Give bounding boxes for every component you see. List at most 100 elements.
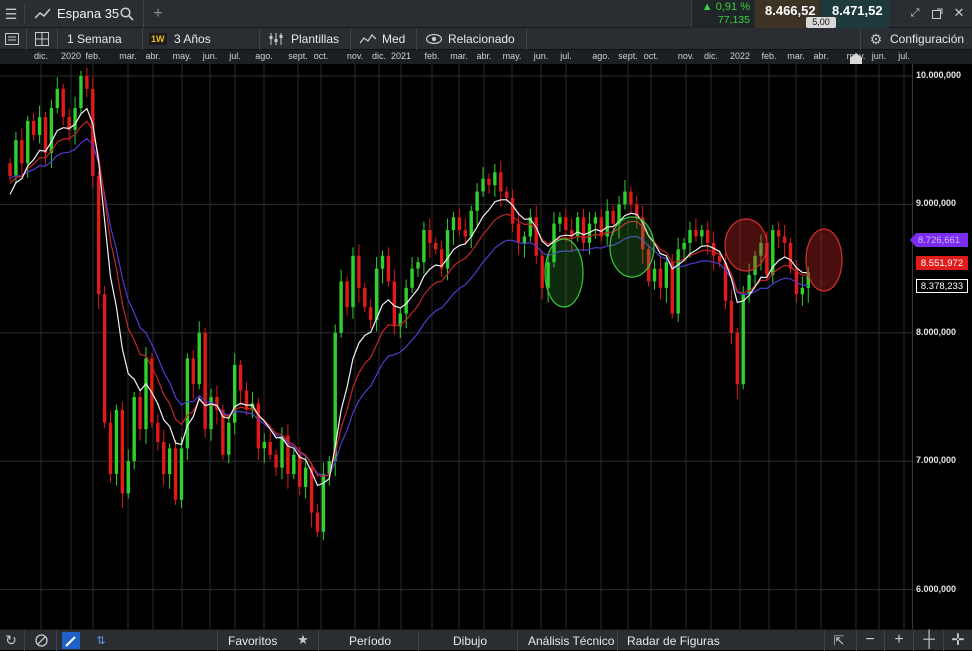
candle xyxy=(658,268,663,288)
candle xyxy=(55,88,60,109)
interval-badge[interactable]: 1W xyxy=(149,33,167,45)
candle xyxy=(102,294,107,423)
candle xyxy=(410,268,414,288)
drawing-tab[interactable]: Dibujo xyxy=(453,630,487,651)
candle xyxy=(374,268,379,320)
period-tab[interactable]: Período xyxy=(349,630,391,651)
candle xyxy=(475,191,479,211)
month-label: oct. xyxy=(313,51,329,61)
sidebar-toggle-icon[interactable] xyxy=(4,31,20,47)
month-label: jul. xyxy=(229,51,241,61)
close-icon[interactable]: ✕ xyxy=(952,5,966,20)
month-label: jul. xyxy=(560,51,572,61)
month-label: dic. xyxy=(703,51,719,61)
candle xyxy=(800,287,805,295)
candle xyxy=(611,210,615,224)
candle xyxy=(599,217,603,237)
search-icon[interactable] xyxy=(118,5,136,23)
candle xyxy=(481,178,485,192)
month-label: jul. xyxy=(898,51,910,61)
gear-icon[interactable]: ⚙ xyxy=(868,31,884,47)
candle xyxy=(445,230,450,269)
candle xyxy=(20,140,24,164)
fit-chart-icon[interactable]: ⇱ xyxy=(830,632,848,649)
candle xyxy=(162,441,166,475)
candle xyxy=(31,120,36,136)
divider xyxy=(56,630,57,651)
month-label: 2021 xyxy=(390,51,412,61)
refresh-icon[interactable]: ↻ xyxy=(3,632,19,648)
candle xyxy=(191,358,196,385)
month-label: feb. xyxy=(761,51,777,61)
month-label: jun. xyxy=(871,51,887,61)
star-icon[interactable]: ★ xyxy=(295,632,311,648)
divider xyxy=(860,28,861,50)
change-percent: ▲ 0,91 % xyxy=(701,1,750,13)
pencil-icon[interactable] xyxy=(62,632,80,649)
divider xyxy=(24,630,25,651)
crosshair-icon[interactable]: ┼ xyxy=(921,631,937,649)
add-tab-icon[interactable]: + xyxy=(148,0,168,28)
instrument-name[interactable]: Espana 35 xyxy=(57,6,119,21)
divider xyxy=(318,630,319,651)
favorites-tab[interactable]: Favoritos xyxy=(228,630,277,651)
candle xyxy=(392,281,397,327)
ema-line xyxy=(9,137,809,477)
candle xyxy=(292,454,296,475)
candle xyxy=(26,120,30,164)
divider xyxy=(350,28,351,50)
candle xyxy=(782,236,787,243)
candle xyxy=(156,422,160,442)
interval-selector[interactable]: 1 Semana xyxy=(67,28,122,50)
menu-icon[interactable]: ☰ xyxy=(0,0,22,28)
bottom-bar: ↻ ⇅ Favoritos ★ Período Dibujo Análisis … xyxy=(0,629,972,651)
month-label: may. xyxy=(502,51,522,61)
candle xyxy=(114,409,119,475)
candle xyxy=(416,262,420,269)
candle xyxy=(268,441,272,455)
related-button[interactable]: Relacionado xyxy=(448,28,515,50)
templates-button[interactable]: Plantillas xyxy=(291,28,339,50)
candle xyxy=(676,249,680,314)
candle xyxy=(238,364,243,391)
indicator-button[interactable]: Med xyxy=(382,28,405,50)
zoom-in-icon[interactable]: + xyxy=(891,631,907,649)
candle xyxy=(434,242,438,250)
settings-button[interactable]: Configuración xyxy=(890,28,964,50)
candle xyxy=(788,242,793,269)
eye-icon xyxy=(426,32,442,46)
month-label: may. xyxy=(172,51,192,61)
divider xyxy=(57,28,58,50)
candle xyxy=(244,390,249,410)
candle xyxy=(357,255,361,288)
cursor-icon[interactable]: ✛ xyxy=(950,631,966,649)
candle xyxy=(185,358,190,449)
candle xyxy=(706,230,710,243)
candle xyxy=(43,117,48,154)
magnet-icon[interactable]: ⇅ xyxy=(92,632,110,649)
candle xyxy=(741,294,745,385)
divider xyxy=(943,630,944,651)
candle xyxy=(534,217,538,256)
month-label: 2020 xyxy=(60,51,82,61)
no-entry-icon[interactable] xyxy=(33,632,49,648)
candle xyxy=(729,300,734,333)
candle xyxy=(380,255,385,269)
range-selector[interactable]: 3 Años xyxy=(174,28,211,50)
candle xyxy=(581,217,586,243)
candle xyxy=(629,191,633,205)
candle xyxy=(262,441,266,449)
candle xyxy=(351,255,355,308)
divider xyxy=(24,4,25,24)
zoom-out-icon[interactable]: − xyxy=(862,631,878,649)
change-absolute: 77,135 xyxy=(717,14,750,26)
divider xyxy=(143,0,144,28)
pattern-radar-tab[interactable]: Radar de Figuras xyxy=(627,630,720,651)
price-chart[interactable] xyxy=(0,64,972,629)
layout-grid-icon[interactable] xyxy=(34,31,50,47)
expand-icon[interactable]: ⤢ xyxy=(908,6,922,20)
candle xyxy=(79,76,83,109)
technical-analysis-tab[interactable]: Análisis Técnico xyxy=(528,630,614,651)
candle xyxy=(451,217,456,231)
popout-icon[interactable] xyxy=(930,6,944,20)
